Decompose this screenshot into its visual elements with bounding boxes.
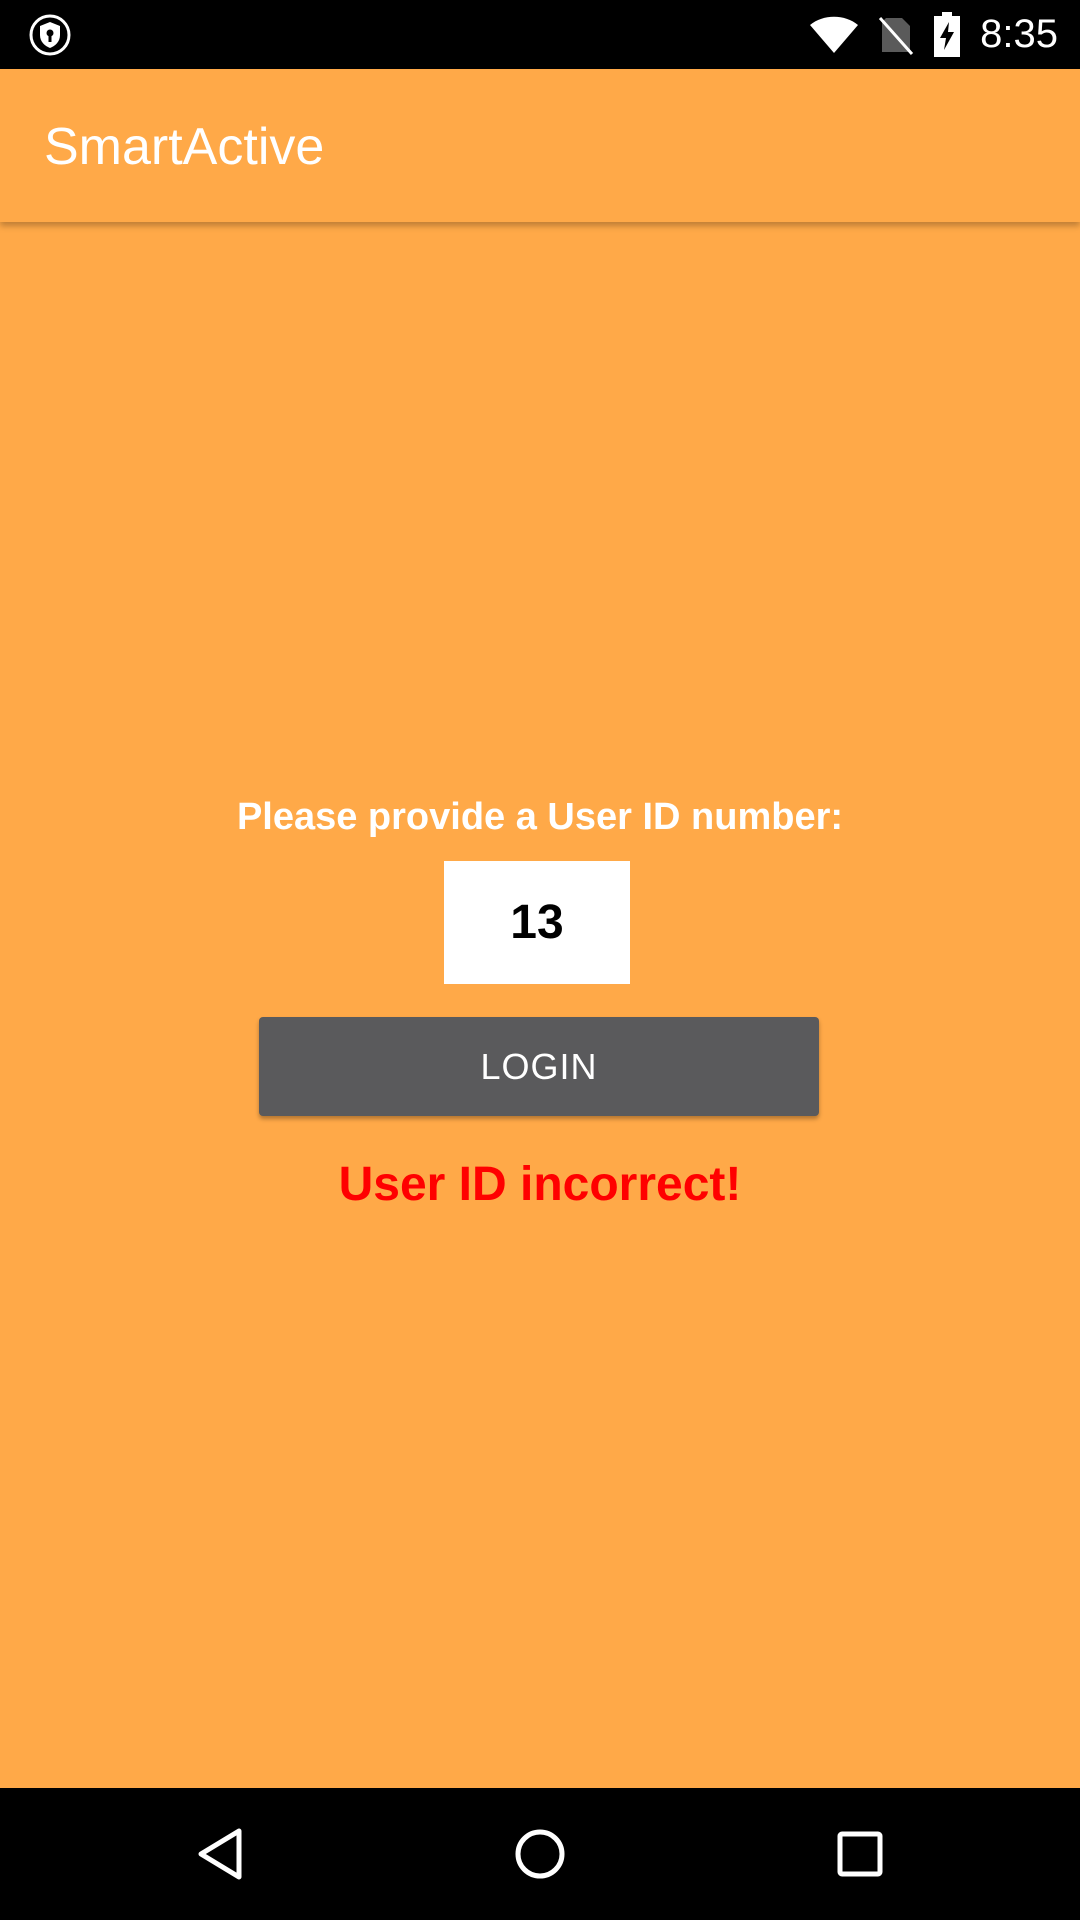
vpn-shield-icon — [29, 14, 71, 56]
status-time: 8:35 — [980, 12, 1058, 56]
user-id-prompt: Please provide a User ID number: — [236, 796, 844, 838]
recents-button[interactable] — [800, 1788, 920, 1920]
back-icon — [198, 1828, 242, 1880]
screen: 8:35 SmartActive Please provide a User I… — [0, 0, 1080, 1920]
back-button[interactable] — [160, 1788, 280, 1920]
recents-icon — [837, 1831, 883, 1877]
navigation-bar — [0, 1788, 1080, 1920]
no-sim-icon — [879, 16, 914, 55]
battery-charging-icon — [934, 11, 961, 57]
home-icon — [515, 1829, 565, 1879]
login-button[interactable]: LOGIN — [259, 1017, 819, 1116]
home-button[interactable] — [480, 1788, 600, 1920]
status-right-group: 8:35 — [808, 0, 1058, 69]
wifi-icon — [810, 16, 859, 53]
status-bar: 8:35 — [0, 0, 1080, 69]
app-bar: SmartActive — [0, 69, 1080, 222]
user-id-input[interactable] — [444, 861, 630, 984]
error-message: User ID incorrect! — [338, 1158, 742, 1211]
app-title: SmartActive — [44, 118, 325, 176]
